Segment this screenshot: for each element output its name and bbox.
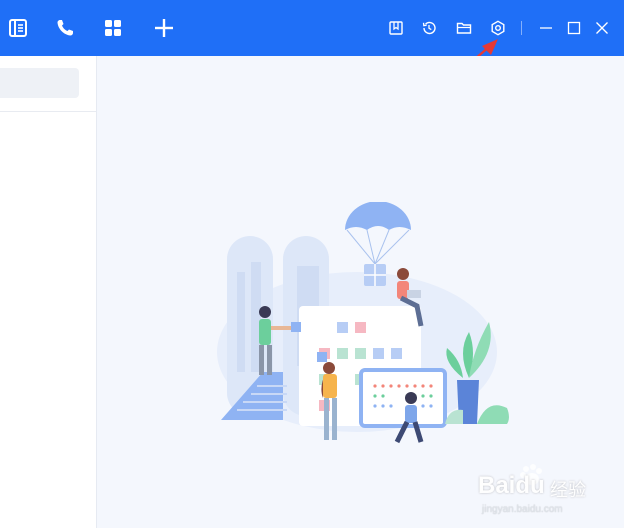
settings-button[interactable]: [484, 14, 512, 42]
phone-icon: [57, 20, 73, 36]
folder-icon: [456, 22, 472, 34]
search-divider: [0, 111, 96, 112]
apps-button[interactable]: [99, 14, 127, 42]
sidebar: [0, 56, 97, 528]
plus-icon: [155, 19, 173, 37]
watermark-url: jingyan.baidu.com: [482, 504, 563, 515]
title-bar: [0, 0, 624, 56]
add-button[interactable]: [150, 14, 178, 42]
watermark-cn: 经验: [550, 480, 586, 500]
empty-state-illustration: [217, 202, 509, 444]
maximize-button[interactable]: [560, 14, 588, 42]
settings-gear-icon: [491, 20, 505, 36]
contacts-icon: [9, 19, 27, 37]
maximize-icon: [567, 21, 581, 35]
phone-button[interactable]: [51, 14, 79, 42]
main-panel: [97, 56, 624, 528]
search-input[interactable]: [0, 68, 79, 98]
bookmark-button[interactable]: [382, 14, 410, 42]
baidu-watermark: Baidu 经验 jingyan.baidu.com: [478, 462, 618, 522]
minimize-icon: [540, 27, 552, 29]
close-icon: [596, 22, 608, 34]
titlebar-divider: [521, 21, 522, 35]
bookmark-icon: [389, 21, 403, 35]
watermark-brand: Baidu: [478, 472, 545, 499]
minimize-button[interactable]: [532, 14, 560, 42]
close-button[interactable]: [588, 14, 616, 42]
apps-grid-icon: [105, 20, 121, 36]
folder-button[interactable]: [450, 14, 478, 42]
history-icon: [422, 21, 436, 35]
history-button[interactable]: [415, 14, 443, 42]
contacts-button[interactable]: [4, 14, 32, 42]
